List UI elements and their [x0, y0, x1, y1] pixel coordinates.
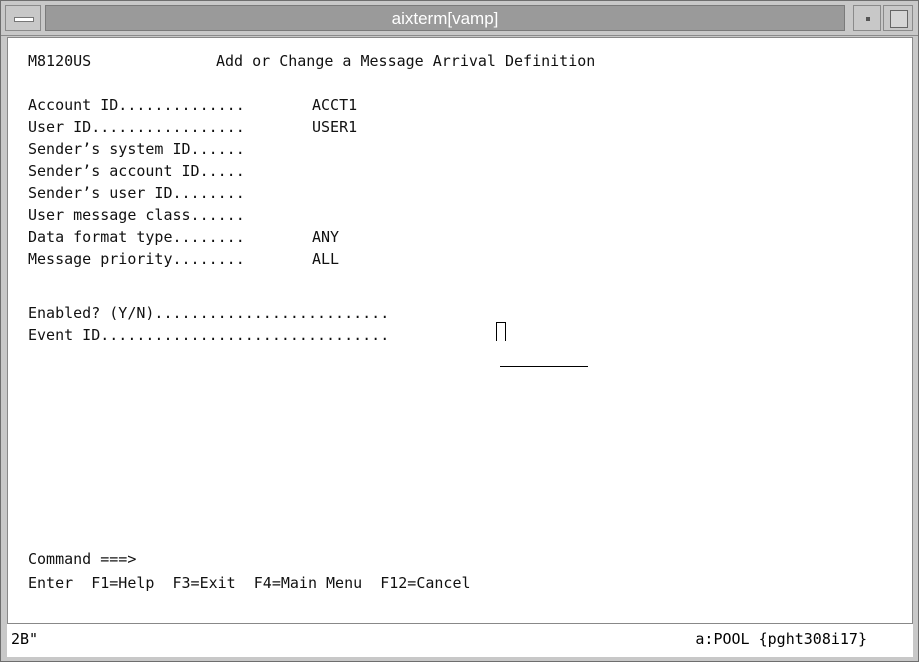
enabled-label: Enabled? (Y/N)..........................: [28, 304, 390, 322]
function-key-bar: Enter F1=Help F3=Exit F4=Main Menu F12=C…: [28, 574, 471, 592]
field-label-sender-system-id: Sender’s system ID......: [28, 140, 245, 158]
field-label-user-message-class: User message class......: [28, 206, 245, 224]
status-bar: 2B" a:POOL {pght308i17}: [7, 623, 913, 657]
window-title: aixterm[vamp]: [45, 5, 845, 31]
terminal-window: aixterm[vamp] M8120US Add or Change a Me…: [0, 0, 919, 662]
title-bar[interactable]: aixterm[vamp]: [1, 1, 918, 36]
field-label-user-id: User ID.................: [28, 118, 245, 136]
status-left: 2B": [11, 630, 39, 648]
field-value-user-id: USER1: [312, 118, 358, 136]
minimize-button[interactable]: [853, 5, 881, 31]
text-cursor: [496, 322, 506, 341]
window-menu-icon: [14, 17, 34, 22]
field-value-account-id: ACCT1: [312, 96, 358, 114]
window-menu-button[interactable]: [5, 5, 41, 31]
status-right: a:POOL {pght308i17}: [695, 630, 867, 648]
field-label-account-id: Account ID..............: [28, 96, 245, 114]
screen-code: M8120US: [28, 52, 92, 70]
screen-title: Add or Change a Message Arrival Definiti…: [216, 52, 596, 70]
field-value-data-format-type: ANY: [312, 228, 340, 246]
minimize-icon: [866, 17, 870, 21]
field-label-message-priority: Message priority........: [28, 250, 245, 268]
field-value-message-priority: ALL: [312, 250, 340, 268]
event-id-field-underline: [500, 366, 588, 367]
field-label-sender-user-id: Sender’s user ID........: [28, 184, 245, 202]
maximize-icon: [890, 10, 908, 28]
field-label-data-format-type: Data format type........: [28, 228, 245, 246]
event-id-label: Event ID................................: [28, 326, 390, 344]
maximize-button[interactable]: [883, 5, 913, 31]
terminal-screen[interactable]: M8120US Add or Change a Message Arrival …: [7, 37, 913, 657]
command-prompt[interactable]: Command ===>: [28, 548, 136, 570]
field-label-sender-account-id: Sender’s account ID.....: [28, 162, 245, 180]
